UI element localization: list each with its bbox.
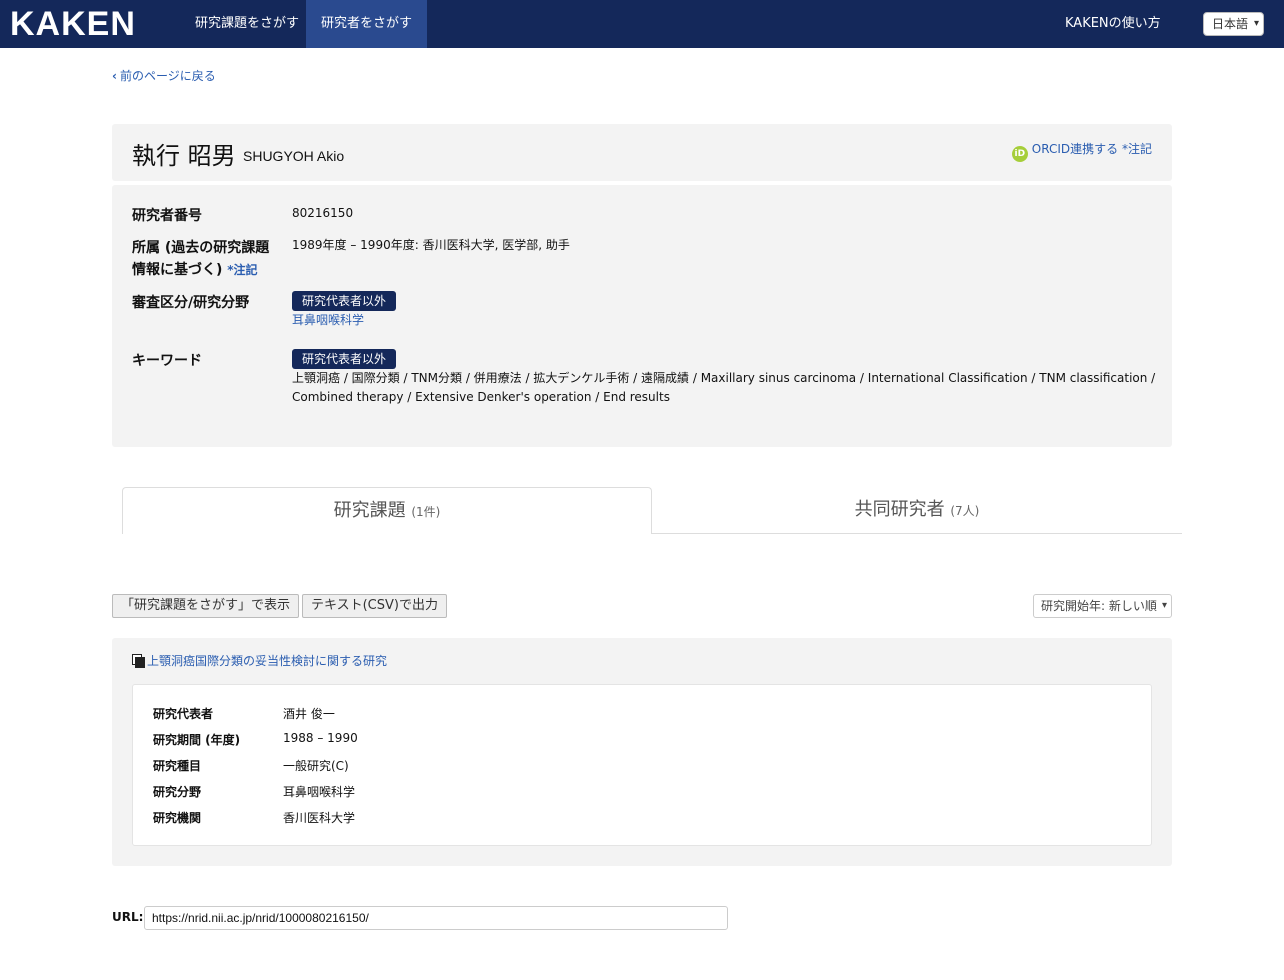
permalink-url-field[interactable]: https://nrid.nii.ac.jp/nrid/100008021615… [144, 906, 728, 930]
affiliation-value: 1989年度 – 1990年度: 香川医科大学, 医学部, 助手 [292, 238, 570, 252]
project-key-institution: 研究機関 [153, 811, 202, 825]
tab-projects[interactable]: 研究課題 (1件) [122, 487, 652, 534]
url-label: URL: [112, 910, 144, 924]
back-link-label: 前のページに戻る [119, 69, 216, 83]
project-value-type[interactable]: 一般研究(C) [283, 757, 349, 774]
top-navbar: KAKEN 研究課題をさがす 研究者をさがす KAKENの使い方 日本語 ▾ [0, 0, 1284, 48]
nav-search-researchers[interactable]: 研究者をさがす [306, 0, 428, 48]
project-title-link[interactable]: 上顎洞癌国際分類の妥当性検討に関する研究 [132, 652, 387, 669]
chevron-down-icon: ▾ [1253, 18, 1259, 29]
project-key-field: 研究分野 [153, 785, 202, 799]
orcid-note-link[interactable]: *注記 [1122, 142, 1152, 156]
tab-coresearchers[interactable]: 共同研究者 (7人) [652, 487, 1182, 534]
project-title: 上顎洞癌国際分類の妥当性検討に関する研究 [147, 654, 388, 668]
export-csv-button[interactable]: テキスト(CSV)で出力 [302, 594, 447, 618]
project-key-pi: 研究代表者 [153, 707, 214, 721]
field-label: 審査区分/研究分野 [132, 295, 250, 311]
keyword-label: キーワード [132, 353, 202, 369]
sort-select[interactable]: 研究開始年: 新しい順 ▾ [1033, 594, 1172, 618]
project-value-institution[interactable]: 香川医科大学 [283, 809, 355, 826]
result-tabs: 研究課題 (1件) 共同研究者 (7人) [122, 487, 1182, 534]
project-value-period: 1988 – 1990 [283, 731, 358, 745]
keyword-role-badge: 研究代表者以外 [292, 349, 397, 369]
field-link[interactable]: 耳鼻咽喉科学 [292, 313, 364, 327]
nav-search-projects[interactable]: 研究課題をさがす [180, 0, 314, 48]
project-value-pi[interactable]: 酒井 俊一 [283, 705, 335, 722]
project-value-field[interactable]: 耳鼻咽喉科学 [283, 783, 355, 800]
researcher-name-ja: 執行 昭男 [132, 142, 236, 170]
affiliation-note-link[interactable]: *注記 [227, 263, 257, 277]
kaken-logo[interactable]: KAKEN [10, 6, 136, 42]
field-values: 研究代表者以外 耳鼻咽喉科学 [292, 291, 397, 330]
researcher-info-panel: 研究者番号 80216150 所属 (過去の研究課題 情報に基づく) *注記 1… [112, 185, 1172, 447]
affiliation-label-line1: 所属 (過去の研究課題 [132, 240, 270, 256]
affiliation-label-text: 情報に基づく) [132, 262, 223, 278]
sort-select-value: 研究開始年: 新しい順 [1041, 599, 1157, 613]
project-key-type: 研究種目 [153, 759, 202, 773]
project-panel: 上顎洞癌国際分類の妥当性検討に関する研究 研究代表者 酒井 俊一 研究期間 (年… [112, 638, 1172, 866]
orcid-link[interactable]: iD ORCID連携する *注記 [1011, 140, 1152, 162]
project-details-card: 研究代表者 酒井 俊一 研究期間 (年度) 1988 – 1990 研究種目 一… [132, 684, 1152, 846]
view-in-project-search-button[interactable]: 「研究課題をさがす」で表示 [112, 594, 300, 618]
chevron-left-icon: ‹ [112, 69, 117, 83]
tab-coresearchers-count: (7人) [950, 504, 980, 518]
project-key-period: 研究期間 (年度) [153, 733, 241, 747]
tab-coresearchers-label: 共同研究者 [854, 499, 945, 520]
language-select[interactable]: 日本語 ▾ [1203, 12, 1264, 36]
researcher-id-label: 研究者番号 [132, 208, 202, 224]
keyword-values: 研究代表者以外 上顎洞癌 / 国際分類 / TNM分類 / 併用療法 / 拡大デ… [292, 349, 1155, 407]
affiliation-label-line2: 情報に基づく) *注記 [132, 259, 258, 281]
nav-help-link[interactable]: KAKENの使い方 [1065, 0, 1161, 48]
orcid-icon: iD [1011, 146, 1028, 162]
researcher-header: 執行 昭男 SHUGYOH Akio iD ORCID連携する *注記 [112, 124, 1172, 181]
orcid-label: ORCID連携する [1031, 142, 1119, 156]
researcher-id-value: 80216150 [292, 206, 354, 220]
keyword-line-2: Combined therapy / Extensive Denker's op… [292, 390, 670, 404]
back-link[interactable]: ‹ 前のページに戻る [112, 67, 216, 84]
field-role-badge: 研究代表者以外 [292, 291, 397, 311]
tab-projects-count: (1件) [411, 505, 441, 519]
chevron-down-icon: ▾ [1161, 600, 1167, 611]
language-select-value: 日本語 [1212, 17, 1249, 31]
researcher-name-en: SHUGYOH Akio [243, 148, 345, 164]
tab-projects-label: 研究課題 [333, 500, 406, 521]
keyword-line-1: 上顎洞癌 / 国際分類 / TNM分類 / 併用療法 / 拡大デンケル手術 / … [292, 371, 1156, 385]
copy-icon [132, 654, 145, 668]
